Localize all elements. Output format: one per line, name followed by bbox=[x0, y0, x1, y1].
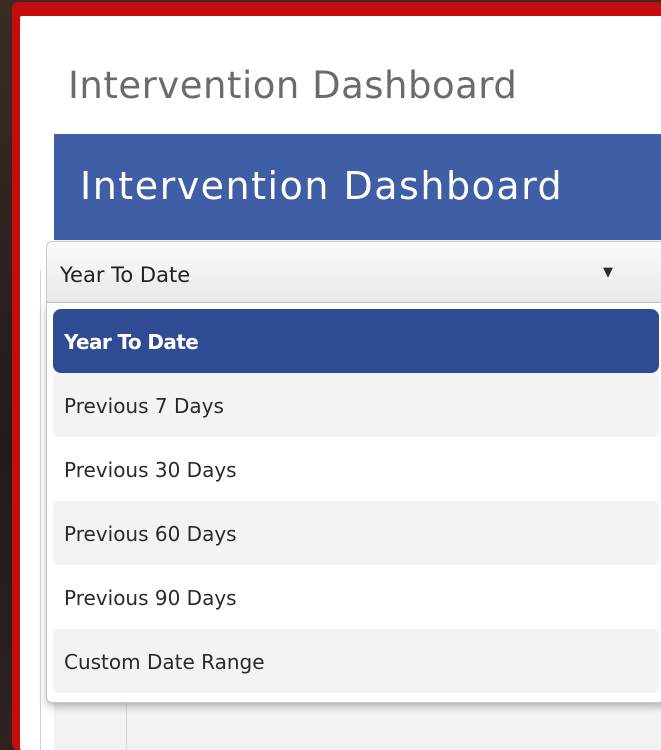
dropdown-option-previous-30-days[interactable]: Previous 30 Days bbox=[53, 437, 659, 501]
dropdown-option-previous-90-days[interactable]: Previous 90 Days bbox=[53, 565, 659, 629]
dropdown-option-previous-7-days[interactable]: Previous 7 Days bbox=[53, 373, 659, 437]
dropdown-option-label: Previous 60 Days bbox=[64, 522, 237, 546]
date-range-dropdown: Year To Date Previous 7 Days Previous 30… bbox=[46, 303, 661, 703]
dashboard-header: Intervention Dashboard bbox=[54, 134, 661, 240]
date-range-select-value: Year To Date bbox=[60, 263, 191, 287]
page-title: Intervention Dashboard bbox=[68, 64, 518, 107]
column-divider bbox=[40, 270, 41, 750]
dropdown-option-previous-60-days[interactable]: Previous 60 Days bbox=[53, 501, 659, 565]
dropdown-option-custom-date-range[interactable]: Custom Date Range bbox=[53, 629, 659, 693]
dropdown-option-year-to-date[interactable]: Year To Date bbox=[53, 309, 659, 373]
dropdown-option-label: Previous 90 Days bbox=[64, 586, 237, 610]
dropdown-option-label: Previous 7 Days bbox=[64, 394, 224, 418]
caret-down-icon[interactable]: ▼ bbox=[603, 265, 613, 280]
screen: Intervention Dashboard Intervention Dash… bbox=[0, 0, 661, 750]
date-range-select[interactable]: Year To Date ▼ bbox=[46, 241, 661, 303]
dashboard-header-title: Intervention Dashboard bbox=[80, 164, 564, 208]
dropdown-option-label: Previous 30 Days bbox=[64, 458, 237, 482]
dropdown-option-label: Year To Date bbox=[64, 330, 199, 354]
dropdown-option-label: Custom Date Range bbox=[64, 650, 265, 674]
